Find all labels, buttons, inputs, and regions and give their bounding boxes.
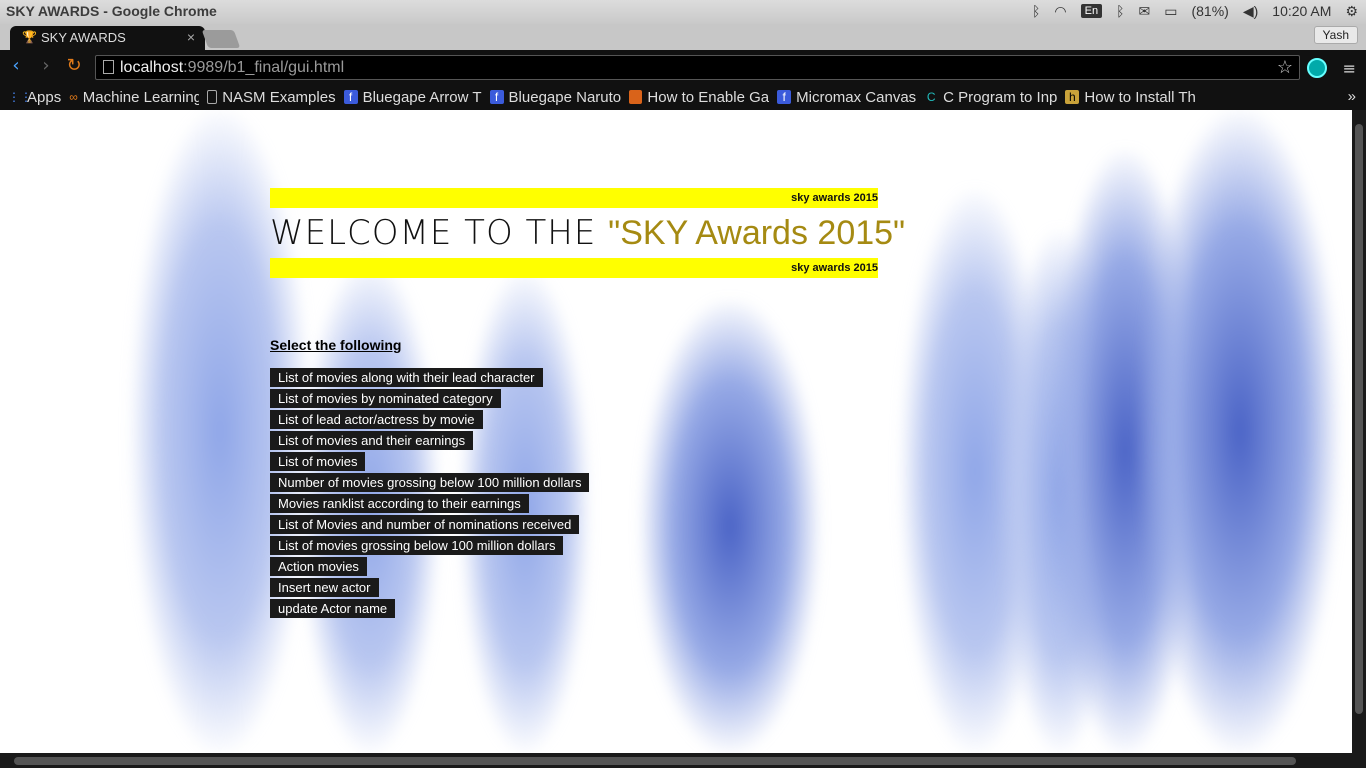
facebook-icon: f — [343, 90, 358, 104]
clock[interactable]: 10:20 AM — [1272, 3, 1331, 19]
option-button-action-movies[interactable]: Action movies — [270, 557, 367, 576]
select-heading: Select the following — [270, 337, 402, 353]
option-button-nominated-category[interactable]: List of movies by nominated category — [270, 389, 501, 408]
bookmark-item[interactable]: f Micromax Canvas — [777, 89, 916, 106]
bookmark-apps[interactable]: ⋮⋮ Apps — [8, 89, 61, 106]
new-tab-button[interactable] — [201, 30, 241, 48]
url-text[interactable]: localhost:9989/b1_final/gui.html — [120, 59, 344, 77]
option-button-movies-earnings[interactable]: List of movies and their earnings — [270, 431, 474, 450]
horizontal-scroll-thumb[interactable] — [14, 757, 1296, 765]
os-top-bar: SKY AWARDS - Google Chrome ᛒ ◠ En ᛒ ✉ ▭ … — [0, 0, 1366, 24]
browser-toolbar: ‹ › ↻ localhost:9989/b1_final/gui.html ☆… — [0, 50, 1366, 84]
wifi-icon[interactable]: ◠ — [1054, 3, 1066, 19]
bookmark-item[interactable]: NASM Examples — [207, 89, 336, 106]
option-button-insert-actor[interactable]: Insert new actor — [270, 578, 379, 597]
system-tray: ᛒ ◠ En ᛒ ✉ ▭ (81%) ◀) 10:20 AM ⚙ — [1032, 3, 1358, 19]
option-button-list-movies[interactable]: List of movies — [270, 452, 366, 471]
profile-button[interactable]: Yash — [1313, 26, 1358, 44]
background-statue — [640, 300, 820, 753]
bluetooth-secondary-icon[interactable]: ᛒ — [1116, 3, 1124, 19]
reload-icon[interactable]: ↻ — [64, 56, 84, 76]
keyboard-language[interactable]: En — [1080, 4, 1103, 18]
option-button-nominations-received[interactable]: List of Movies and number of nominations… — [270, 515, 580, 534]
address-bar[interactable]: localhost:9989/b1_final/gui.html ☆ — [95, 55, 1300, 80]
extension-icon[interactable] — [1307, 58, 1327, 78]
close-tab-icon[interactable]: × — [187, 29, 195, 45]
option-button-list-below-100m[interactable]: List of movies grossing below 100 millio… — [270, 536, 564, 555]
facebook-icon: f — [489, 90, 504, 104]
top-marquee-banner: sky awards 2015 — [270, 188, 878, 208]
bookmark-item[interactable]: How to Enable Ga — [629, 89, 769, 106]
tab-title: SKY AWARDS — [41, 30, 126, 45]
bookmark-item[interactable]: C C Program to Inp — [924, 89, 1058, 106]
option-button-update-actor[interactable]: update Actor name — [270, 599, 396, 618]
bookmark-star-icon[interactable]: ☆ — [1277, 57, 1293, 78]
infinity-icon: ∞ — [69, 90, 78, 104]
h-icon: h — [1065, 90, 1080, 104]
bookmark-item[interactable]: h How to Install Th — [1065, 89, 1196, 106]
bookmark-item[interactable]: f Bluegape Arrow T — [343, 89, 482, 106]
bookmark-item[interactable]: ∞ Machine Learning — [69, 89, 199, 106]
battery-icon[interactable]: ▭ — [1164, 3, 1177, 19]
header-block: sky awards 2015 WELCOME TO THE "SKY Awar… — [270, 188, 906, 278]
bottom-marquee-banner: sky awards 2015 — [270, 258, 878, 278]
bookmark-item[interactable]: f Bluegape Naruto — [489, 89, 621, 106]
mail-icon[interactable]: ✉ — [1139, 3, 1151, 19]
title-highlight: "SKY Awards 2015" — [608, 214, 906, 252]
settings-gear-icon[interactable]: ⚙ — [1345, 3, 1358, 19]
option-button-lead-character[interactable]: List of movies along with their lead cha… — [270, 368, 543, 387]
vertical-scrollbar[interactable] — [1352, 110, 1366, 753]
web-page: sky awards 2015 WELCOME TO THE "SKY Awar… — [0, 110, 1352, 753]
battery-level: (81%) — [1191, 3, 1229, 19]
horizontal-scrollbar[interactable] — [0, 753, 1366, 768]
tab-sky-awards[interactable]: 🏆 SKY AWARDS × — [10, 26, 205, 50]
bookmarks-bar: ⋮⋮ Apps ∞ Machine Learning NASM Examples… — [0, 84, 1366, 110]
page-title: WELCOME TO THE "SKY Awards 2015" — [270, 213, 906, 253]
page-icon — [207, 90, 218, 104]
c-icon: C — [926, 90, 936, 104]
tab-strip: 🏆 SKY AWARDS × Yash — [0, 24, 1366, 50]
option-button-count-below-100m[interactable]: Number of movies grossing below 100 mill… — [270, 473, 590, 492]
page-info-icon[interactable] — [103, 60, 114, 74]
options-list: List of movies along with their lead cha… — [270, 368, 590, 618]
more-bookmarks-icon[interactable]: » — [1348, 88, 1356, 105]
volume-icon[interactable]: ◀) — [1243, 3, 1258, 19]
forward-arrow-icon[interactable]: › — [36, 56, 56, 76]
option-button-ranklist-earnings[interactable]: Movies ranklist according to their earni… — [270, 494, 529, 513]
box-icon — [629, 90, 643, 104]
background-statue — [1140, 110, 1340, 753]
back-arrow-icon[interactable]: ‹ — [6, 56, 26, 76]
apps-grid-icon: ⋮⋮ — [8, 90, 32, 104]
window-title: SKY AWARDS - Google Chrome — [6, 3, 217, 19]
chrome-menu-icon[interactable]: ≡ — [1343, 59, 1356, 78]
bluetooth-icon[interactable]: ᛒ — [1032, 3, 1040, 19]
option-button-lead-actor-by-movie[interactable]: List of lead actor/actress by movie — [270, 410, 483, 429]
trophy-favicon-icon: 🏆 — [22, 30, 37, 44]
vertical-scroll-thumb[interactable] — [1355, 124, 1363, 714]
facebook-icon: f — [777, 90, 792, 104]
